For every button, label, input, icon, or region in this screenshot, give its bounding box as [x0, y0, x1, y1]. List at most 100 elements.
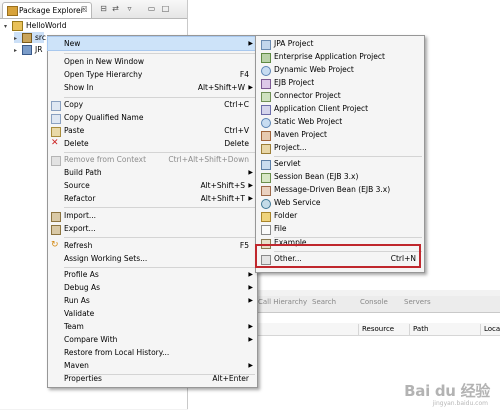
menu-item-label: Paste — [64, 126, 85, 135]
menu-item-team[interactable]: Team ▶ — [48, 320, 257, 333]
menu-item-accelerator: Delete — [224, 139, 249, 148]
menu-item-label: EJB Project — [274, 78, 315, 87]
menu-item-accelerator: Ctrl+V — [224, 126, 249, 135]
tab-servers[interactable]: Servers — [404, 298, 431, 306]
close-icon[interactable]: ☒ — [81, 5, 88, 14]
view-menu-icon[interactable]: ▿ — [124, 3, 135, 14]
link-with-editor-icon[interactable]: ⇄ — [110, 3, 121, 14]
menu-item-refactor[interactable]: Refactor Alt+Shift+T ▶ — [48, 192, 257, 205]
submenu-arrow-icon: ▶ — [248, 271, 253, 278]
project-icon — [261, 144, 271, 154]
menu-item-show-in[interactable]: Show In Alt+Shift+W ▶ — [48, 81, 257, 94]
column-header-path[interactable]: Path — [409, 324, 481, 335]
export-icon — [51, 225, 61, 235]
menu-item-source[interactable]: Source Alt+Shift+S ▶ — [48, 179, 257, 192]
column-header-location[interactable]: Locati — [480, 324, 500, 335]
menu-item-open-in-new-window[interactable]: Open in New Window — [48, 55, 257, 68]
menu-item-paste[interactable]: Paste Ctrl+V — [48, 124, 257, 137]
tab-console[interactable]: Console — [360, 298, 388, 306]
submenu-item-connector-project[interactable]: Connector Project — [256, 89, 424, 102]
menu-item-delete[interactable]: ✕ Delete Delete — [48, 137, 257, 150]
expand-arrow-icon[interactable]: ▸ — [14, 45, 22, 56]
submenu-item-session-bean[interactable]: Session Bean (EJB 3.x) — [256, 170, 424, 183]
menu-item-label: New — [64, 39, 81, 48]
menu-item-properties[interactable]: Properties Alt+Enter — [48, 372, 257, 385]
menu-item-label: Validate — [64, 309, 95, 318]
menu-item-label: Export... — [64, 224, 96, 233]
connector-project-icon — [261, 92, 271, 102]
session-bean-icon — [261, 173, 271, 183]
menu-item-remove-from-context[interactable]: Remove from Context Ctrl+Alt+Shift+Down — [48, 153, 257, 166]
submenu-item-maven-project[interactable]: Maven Project — [256, 128, 424, 141]
menu-item-build-path[interactable]: Build Path ▶ — [48, 166, 257, 179]
menu-item-label: Application Client Project — [274, 104, 369, 113]
menu-item-compare-with[interactable]: Compare With ▶ — [48, 333, 257, 346]
jpa-project-icon — [261, 40, 271, 50]
package-explorer-tab[interactable]: Package Explorer ☒ — [2, 2, 92, 18]
expand-arrow-icon[interactable]: ▸ — [14, 33, 22, 44]
tree-item-label: JR — [35, 45, 43, 54]
menu-item-export[interactable]: Export... — [48, 222, 257, 235]
menu-item-refresh[interactable]: ↻ Refresh F5 — [48, 239, 257, 252]
submenu-arrow-icon: ▶ — [248, 297, 253, 304]
menu-item-accelerator: Ctrl+C — [224, 100, 249, 109]
collapse-arrow-icon[interactable]: ▾ — [4, 21, 12, 32]
file-icon — [261, 225, 271, 235]
submenu-item-static-web-project[interactable]: Static Web Project — [256, 115, 424, 128]
menu-item-debug-as[interactable]: Debug As ▶ — [48, 281, 257, 294]
submenu-item-message-driven-bean[interactable]: Message-Driven Bean (EJB 3.x) — [256, 183, 424, 196]
menu-item-restore-from-local-history[interactable]: Restore from Local History... — [48, 346, 257, 359]
menu-item-assign-working-sets[interactable]: Assign Working Sets... — [48, 252, 257, 265]
submenu-item-ejb-project[interactable]: EJB Project — [256, 76, 424, 89]
tree-item-jre[interactable]: ▸ JR — [14, 44, 42, 55]
new-submenu: JPA Project Enterprise Application Proje… — [255, 35, 425, 273]
paste-icon — [51, 127, 61, 137]
submenu-item-project[interactable]: Project... — [256, 141, 424, 154]
submenu-arrow-icon: ▶ — [248, 362, 253, 369]
menu-item-label: Profile As — [64, 270, 99, 279]
menu-item-validate[interactable]: Validate — [48, 307, 257, 320]
menu-item-open-type-hierarchy[interactable]: Open Type Hierarchy F4 — [48, 68, 257, 81]
submenu-item-servlet[interactable]: Servlet — [256, 157, 424, 170]
submenu-arrow-icon: ▶ — [248, 40, 253, 47]
servlet-icon — [261, 160, 271, 170]
menu-item-label: Open Type Hierarchy — [64, 70, 143, 79]
submenu-arrow-icon: ▶ — [248, 284, 253, 291]
menu-item-copy-qualified-name[interactable]: Copy Qualified Name — [48, 111, 257, 124]
ejb-project-icon — [261, 79, 271, 89]
collapse-all-icon[interactable]: ⊟ — [98, 3, 109, 14]
menu-item-label: Copy Qualified Name — [64, 113, 144, 122]
tab-call-hierarchy[interactable]: Call Hierarchy — [258, 298, 307, 306]
submenu-item-web-service[interactable]: Web Service — [256, 196, 424, 209]
submenu-item-application-client-project[interactable]: Application Client Project — [256, 102, 424, 115]
menu-item-profile-as[interactable]: Profile As ▶ — [48, 268, 257, 281]
minimize-icon[interactable]: ▭ — [146, 3, 157, 14]
menu-item-copy[interactable]: Copy Ctrl+C — [48, 98, 257, 111]
submenu-item-enterprise-application-project[interactable]: Enterprise Application Project — [256, 50, 424, 63]
menu-item-run-as[interactable]: Run As ▶ — [48, 294, 257, 307]
submenu-item-jpa-project[interactable]: JPA Project — [256, 37, 424, 50]
submenu-item-folder[interactable]: Folder — [256, 209, 424, 222]
menu-item-label: Maven Project — [274, 130, 327, 139]
menu-item-maven[interactable]: Maven ▶ — [48, 359, 257, 372]
submenu-item-dynamic-web-project[interactable]: Dynamic Web Project — [256, 63, 424, 76]
menu-item-label: Debug As — [64, 283, 101, 292]
submenu-arrow-icon: ▶ — [248, 169, 253, 176]
menu-item-label: Copy — [64, 100, 84, 109]
column-header-resource[interactable]: Resource — [358, 324, 410, 335]
tree-item-src[interactable]: ▸ src — [14, 32, 46, 44]
app-client-project-icon — [261, 105, 271, 115]
tab-search[interactable]: Search — [312, 298, 336, 306]
tree-item-project[interactable]: ▾ HelloWorld — [4, 20, 67, 31]
menu-item-import[interactable]: Import... — [48, 209, 257, 222]
ear-project-icon — [261, 53, 271, 63]
maximize-icon[interactable]: □ — [160, 3, 171, 14]
project-icon — [12, 21, 23, 31]
menu-item-label: Import... — [64, 211, 97, 220]
menu-item-accelerator: Alt+Shift+S — [200, 181, 245, 190]
baidu-watermark-url: jingyan.baidu.com — [432, 400, 488, 407]
submenu-item-file[interactable]: File — [256, 222, 424, 235]
submenu-arrow-icon: ▶ — [248, 182, 253, 189]
menu-item-new[interactable]: New ▶ — [47, 36, 258, 51]
package-explorer-icon — [7, 6, 18, 16]
